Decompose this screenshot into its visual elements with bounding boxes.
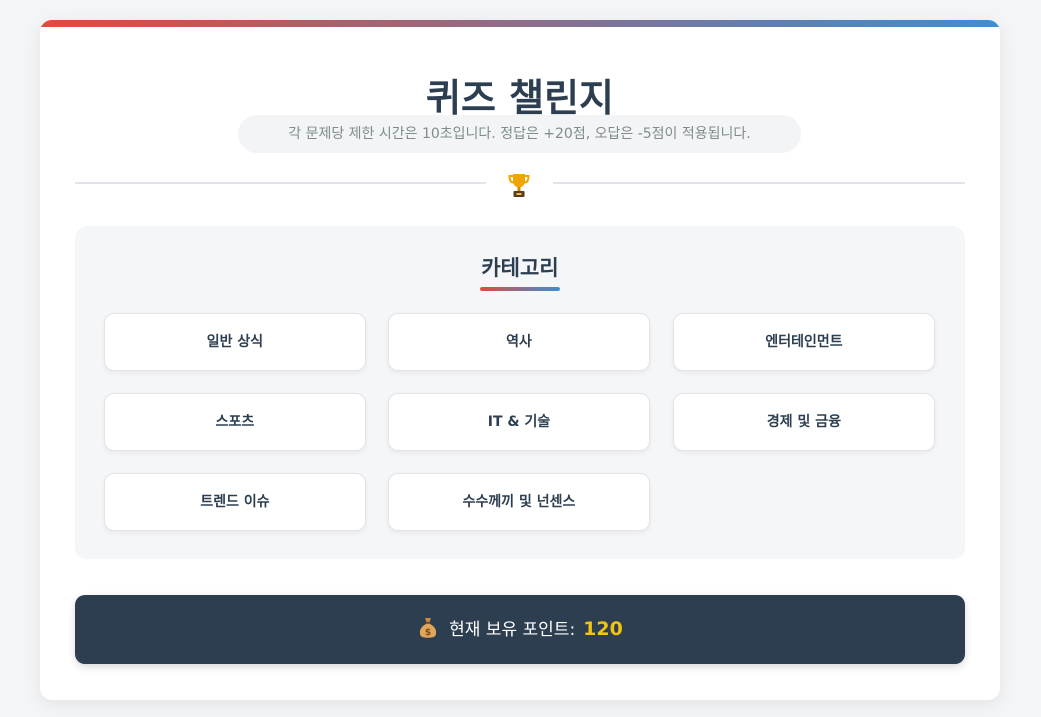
- divider-line-left: [75, 182, 486, 184]
- category-button-economy-finance[interactable]: 경제 및 금융: [673, 393, 935, 451]
- points-bar: $ 현재 보유 포인트: 120: [75, 595, 965, 664]
- category-button-it-tech[interactable]: IT & 기술: [388, 393, 650, 451]
- category-title: 카테고리: [481, 256, 559, 280]
- category-panel: 카테고리 일반 상식 역사 엔터테인먼트 스포츠 IT & 기술 경제 및 금융…: [75, 226, 965, 559]
- category-title-underline: [480, 287, 560, 291]
- money-bag-icon: $: [420, 618, 437, 638]
- points-value: 120: [583, 618, 623, 640]
- trophy-icon: [508, 174, 530, 197]
- category-button-riddles-nonsense[interactable]: 수수께끼 및 넌센스: [388, 473, 650, 531]
- quiz-card: 퀴즈 챌린지 각 문제당 제한 시간은 10초입니다. 정답은 +20점, 오답…: [40, 20, 1000, 700]
- top-gradient-bar: [40, 20, 1000, 27]
- points-label: 현재 보유 포인트:: [449, 620, 576, 640]
- svg-text:$: $: [425, 628, 431, 638]
- category-button-general-knowledge[interactable]: 일반 상식: [104, 313, 366, 371]
- category-button-entertainment[interactable]: 엔터테인먼트: [673, 313, 935, 371]
- rules-subtitle: 각 문제당 제한 시간은 10초입니다. 정답은 +20점, 오답은 -5점이 …: [238, 115, 801, 153]
- category-button-sports[interactable]: 스포츠: [104, 393, 366, 451]
- category-button-trend-issues[interactable]: 트렌드 이슈: [104, 473, 366, 531]
- category-button-history[interactable]: 역사: [388, 313, 650, 371]
- divider-line-right: [553, 182, 965, 184]
